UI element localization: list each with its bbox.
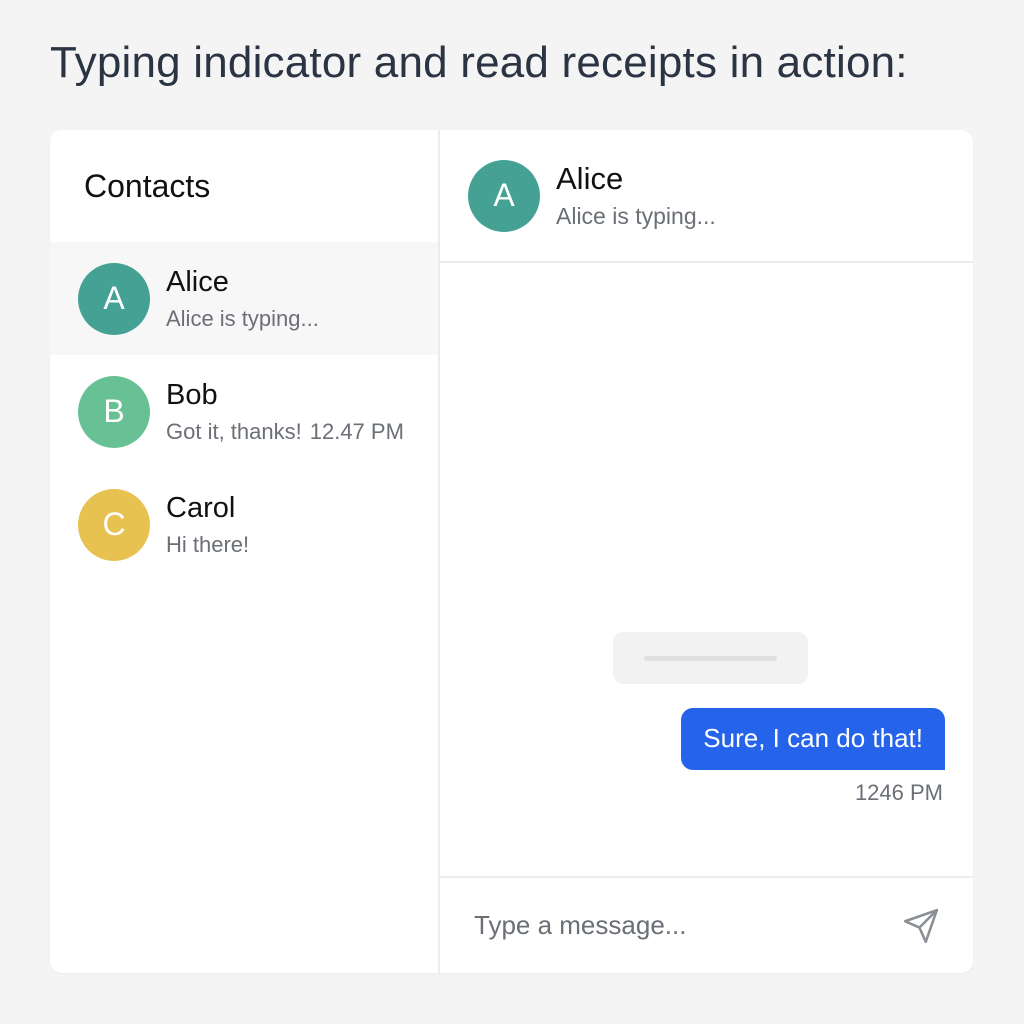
- avatar: C: [78, 488, 150, 561]
- contact-alice[interactable]: A Alice Alice is typing...: [50, 242, 438, 355]
- avatar: B: [78, 375, 150, 448]
- contact-name: Alice: [166, 266, 229, 299]
- message-composer: [440, 876, 973, 973]
- typing-indicator-bar: [644, 655, 777, 661]
- send-icon: [903, 908, 939, 943]
- message-timestamp: 1246 PM: [854, 780, 943, 805]
- contact-preview: Alice is typing...: [166, 305, 319, 331]
- preview-text: Got it, thanks!: [166, 418, 302, 444]
- typing-indicator: [613, 632, 808, 684]
- message-input[interactable]: [474, 910, 899, 941]
- sidebar-title: Contacts: [84, 168, 211, 204]
- send-button[interactable]: [899, 904, 943, 948]
- contact-preview: Got it, thanks! 12.47 PM: [166, 419, 404, 445]
- preview-timestamp: 12.47 PM: [309, 418, 404, 444]
- sent-message-bubble: Sure, I can do that!: [681, 708, 945, 770]
- contact-name: Carol: [166, 492, 236, 525]
- typing-status: Alice is typing...: [556, 203, 716, 229]
- contact-preview: Hi there!: [166, 531, 250, 557]
- avatar: A: [78, 262, 150, 335]
- contact-list: A Alice Alice is typing... B Bob Got it,…: [50, 242, 438, 581]
- contact-carol[interactable]: C Carol Hi there!: [50, 468, 438, 581]
- chat-header: A Alice Alice is typing...: [440, 130, 973, 263]
- avatar: A: [468, 159, 540, 232]
- chat-contact-name: Alice: [556, 161, 624, 196]
- chat-pane: A Alice Alice is typing... Sure, I can d…: [440, 130, 973, 973]
- contacts-sidebar: Contacts A Alice Alice is typing... B Bo…: [50, 130, 440, 973]
- page-title: Typing indicator and read receipts in ac…: [50, 38, 908, 87]
- contact-bob[interactable]: B Bob Got it, thanks! 12.47 PM: [50, 355, 438, 468]
- contact-name: Bob: [166, 379, 218, 412]
- chat-app: Contacts A Alice Alice is typing... B Bo…: [50, 130, 973, 973]
